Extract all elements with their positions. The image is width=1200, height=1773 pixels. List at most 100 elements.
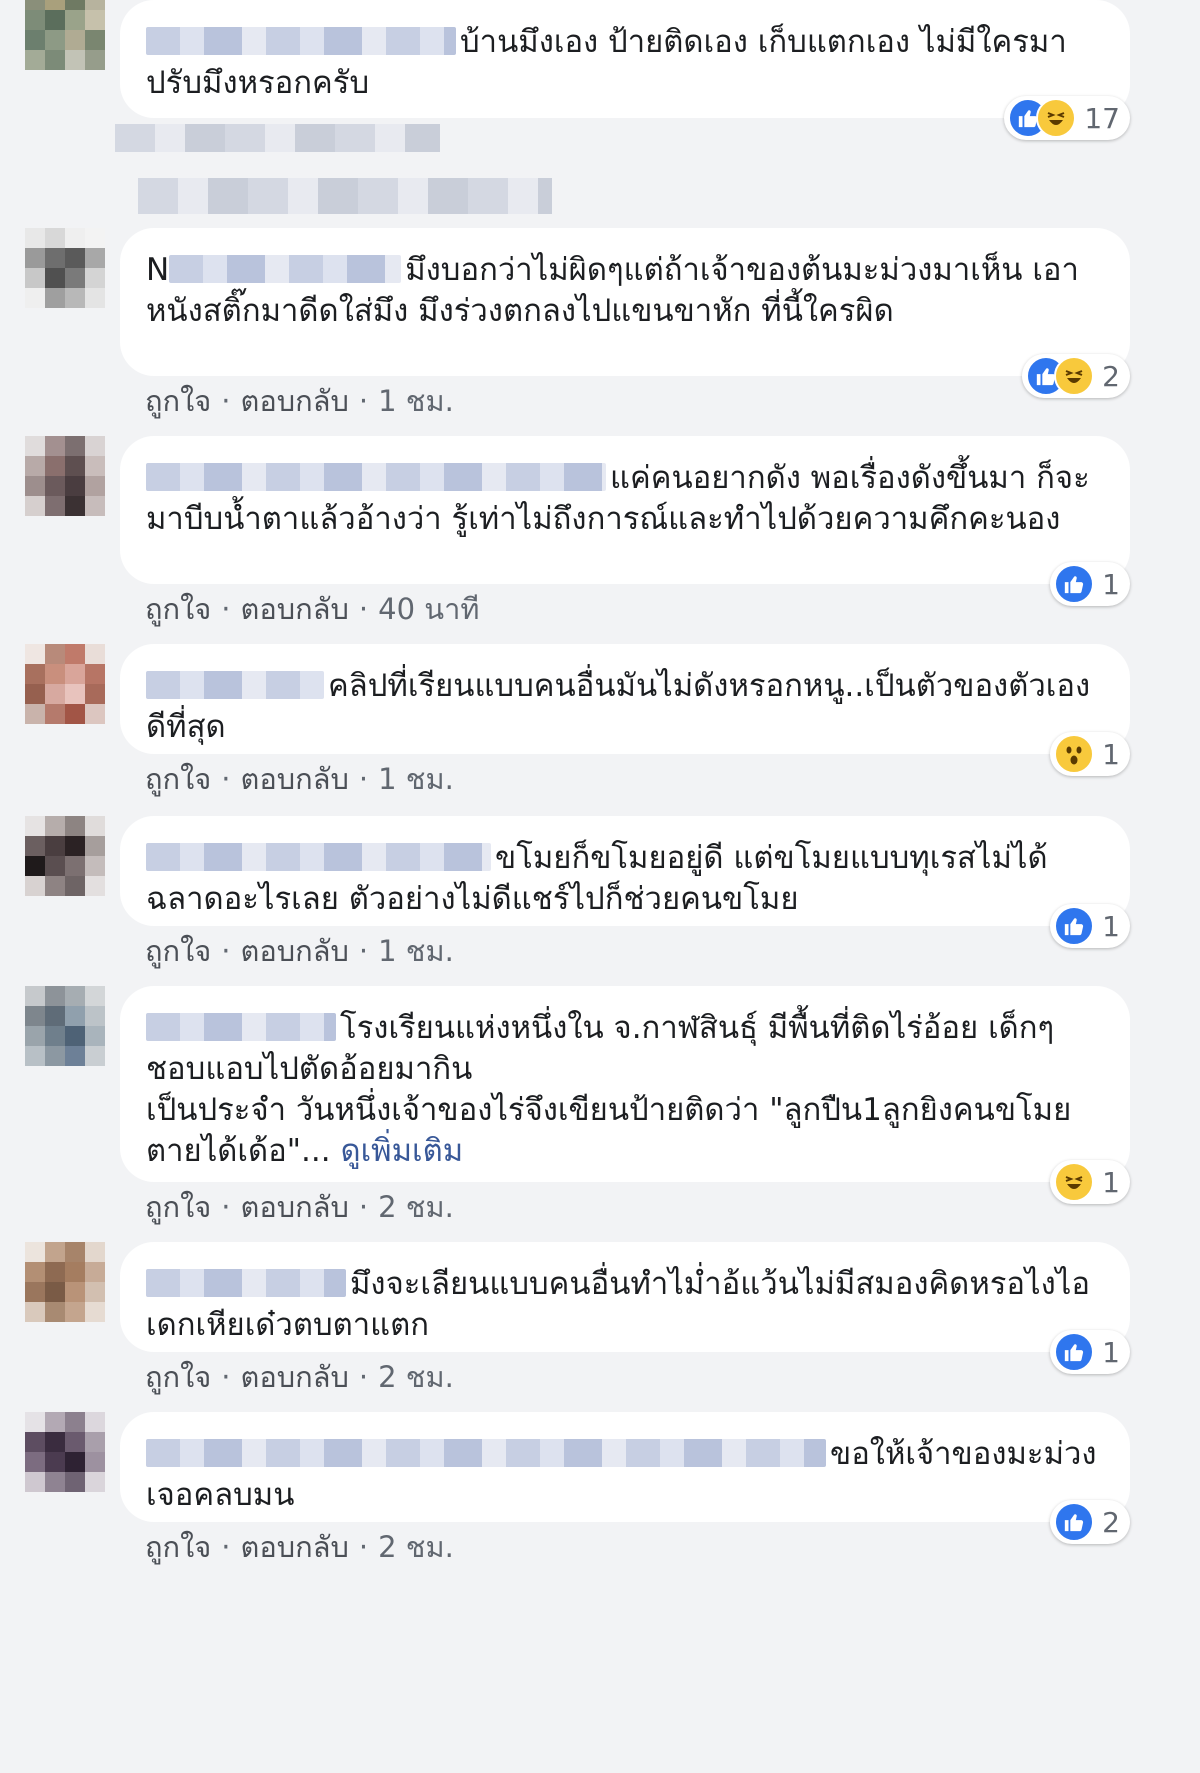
reactions-summary[interactable]: 1 <box>1050 732 1130 776</box>
reply-link[interactable]: ตอบกลับ <box>241 592 349 626</box>
avatar-pixel <box>25 1472 45 1492</box>
avatar-pixel <box>65 664 85 684</box>
commenter-name[interactable] <box>146 463 606 491</box>
see-more-link[interactable]: ดูเพิ่มเติม <box>340 1133 463 1169</box>
avatar-pixel <box>45 30 65 50</box>
avatar[interactable] <box>25 1242 105 1322</box>
timestamp[interactable]: 2 ชม. <box>378 1190 454 1224</box>
timestamp[interactable]: 1 ชม. <box>378 934 454 968</box>
avatar-pixel <box>65 288 85 308</box>
avatar-pixel <box>45 1472 65 1492</box>
comment-actions: ถูกใจ · ตอบกลับ · 1 ชม. <box>145 762 454 796</box>
timestamp[interactable]: 2 ชม. <box>378 1530 454 1564</box>
commenter-name[interactable] <box>146 1439 826 1467</box>
avatar[interactable] <box>25 1412 105 1492</box>
haha-reaction-icon <box>1054 1162 1095 1202</box>
avatar-pixel <box>25 436 45 456</box>
avatar-pixel <box>65 456 85 476</box>
reply-link[interactable]: ตอบกลับ <box>241 384 349 418</box>
commenter-name[interactable] <box>146 1013 336 1041</box>
avatar-pixel <box>85 704 105 724</box>
like-link[interactable]: ถูกใจ <box>145 1190 211 1224</box>
avatar-pixel <box>25 1262 45 1282</box>
commenter-name[interactable] <box>146 27 456 55</box>
avatar-pixel <box>85 288 105 308</box>
avatar-pixel <box>45 1242 65 1262</box>
reply-link[interactable]: ตอบกลับ <box>241 1530 349 1564</box>
timestamp[interactable]: 1 ชม. <box>378 762 454 796</box>
reply-link[interactable]: ตอบกลับ <box>241 1190 349 1224</box>
avatar[interactable] <box>25 0 105 70</box>
avatar-pixel <box>45 0 65 10</box>
reply-link[interactable]: ตอบกลับ <box>241 934 349 968</box>
avatar-pixel <box>45 1412 65 1432</box>
commenter-name[interactable] <box>146 1269 346 1297</box>
reactions-summary[interactable]: 1 <box>1050 1330 1130 1374</box>
avatar-pixel <box>45 10 65 30</box>
avatar-pixel <box>65 836 85 856</box>
avatar-pixel <box>45 268 65 288</box>
wow-reaction-icon <box>1054 734 1095 774</box>
avatar-pixel <box>45 684 65 704</box>
avatar-pixel <box>25 476 45 496</box>
avatar-pixel <box>45 1262 65 1282</box>
avatar-pixel <box>45 436 65 456</box>
timestamp[interactable]: 1 ชม. <box>378 384 454 418</box>
avatar-pixel <box>25 664 45 684</box>
reactions-summary[interactable]: 1 <box>1050 562 1130 606</box>
reactions-summary[interactable]: 2 <box>1050 1500 1130 1544</box>
avatar[interactable] <box>25 436 105 516</box>
like-link[interactable]: ถูกใจ <box>145 762 211 796</box>
avatar-pixel <box>45 476 65 496</box>
avatar-pixel <box>85 1262 105 1282</box>
avatar-pixel <box>65 1472 85 1492</box>
avatar-pixel <box>65 1432 85 1452</box>
like-link[interactable]: ถูกใจ <box>145 384 211 418</box>
like-link[interactable]: ถูกใจ <box>145 1530 211 1564</box>
avatar-pixel <box>25 816 45 836</box>
like-link[interactable]: ถูกใจ <box>145 934 211 968</box>
avatar[interactable] <box>25 986 105 1066</box>
comment-bubble: ขโมยก็ขโมยอยู่ดี แต่ขโมยแบบทุเรสไม่ได้ฉล… <box>120 816 1130 948</box>
reactions-summary[interactable]: 2 <box>1022 354 1130 398</box>
avatar-pixel <box>45 228 65 248</box>
commenter-name[interactable] <box>146 843 491 871</box>
avatar-pixel <box>85 1412 105 1432</box>
commenter-name[interactable] <box>146 671 324 699</box>
reaction-count: 17 <box>1084 101 1120 135</box>
avatar-pixel <box>85 1026 105 1046</box>
avatar-pixel <box>25 704 45 724</box>
avatar-pixel <box>45 1452 65 1472</box>
avatar[interactable] <box>25 816 105 896</box>
avatar-pixel <box>85 30 105 50</box>
avatar-pixel <box>25 496 45 516</box>
avatar-pixel <box>85 876 105 896</box>
like-link[interactable]: ถูกใจ <box>145 592 211 626</box>
like-link[interactable]: ถูกใจ <box>145 1360 211 1394</box>
avatar-pixel <box>45 664 65 684</box>
timestamp[interactable]: 2 ชม. <box>378 1360 454 1394</box>
commenter-name[interactable] <box>169 255 402 283</box>
avatar-pixel <box>65 268 85 288</box>
like-reaction-icon <box>1054 906 1095 946</box>
reply-link[interactable]: ตอบกลับ <box>241 762 349 796</box>
reactions-summary[interactable]: 1 <box>1050 904 1130 948</box>
avatar-pixel <box>85 836 105 856</box>
avatar-pixel <box>85 1046 105 1066</box>
reply-link[interactable]: ตอบกลับ <box>241 1360 349 1394</box>
avatar-pixel <box>45 248 65 268</box>
avatar-pixel <box>25 268 45 288</box>
commenter-name-visible[interactable]: N <box>146 252 169 288</box>
timestamp[interactable]: 40 นาที <box>378 592 479 626</box>
comment-bubble: ขอให้เจ้าของมะม่วงเจอคลบมน 2 <box>120 1412 1130 1544</box>
reactions-summary[interactable]: 1 <box>1050 1160 1130 1204</box>
avatar[interactable] <box>25 228 105 308</box>
comment-bubble: คลิปที่เรียนแบบคนอื่นมันไม่ดังหรอกหนู..เ… <box>120 644 1130 776</box>
avatar-pixel <box>85 1452 105 1472</box>
reactions-summary[interactable]: 17 <box>1004 96 1130 140</box>
comment-actions: ถูกใจ · ตอบกลับ · 2 ชม. <box>145 1190 454 1224</box>
avatar[interactable] <box>25 644 105 724</box>
avatar-pixel <box>85 0 105 10</box>
avatar-pixel <box>85 856 105 876</box>
blurred-actions <box>115 124 440 152</box>
